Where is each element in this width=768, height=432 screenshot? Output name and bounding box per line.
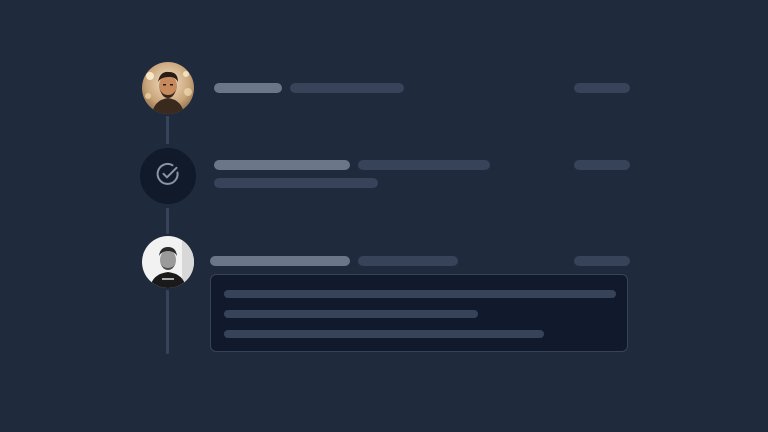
comment-card[interactable] [210,274,628,352]
timestamp-placeholder [574,160,630,170]
comment-line-placeholder [224,330,544,338]
user-avatar[interactable] [142,236,194,288]
author-name-placeholder [210,256,350,266]
event-text-placeholder [358,160,490,170]
timeline-connector [166,208,169,234]
activity-timeline [0,0,768,432]
user-avatar[interactable] [142,62,194,114]
activity-text-placeholder [290,83,404,93]
status-event-marker [140,148,196,204]
activity-text-placeholder [358,256,458,266]
event-detail-placeholder [214,178,378,188]
comment-line-placeholder [224,290,616,298]
author-name-placeholder [214,83,282,93]
timestamp-placeholder [574,83,630,93]
timestamp-placeholder [574,256,630,266]
event-title-placeholder [214,160,350,170]
comment-line-placeholder [224,310,478,318]
check-circle-icon [155,161,181,192]
timeline-connector [166,290,169,354]
timeline-connector [166,116,169,144]
